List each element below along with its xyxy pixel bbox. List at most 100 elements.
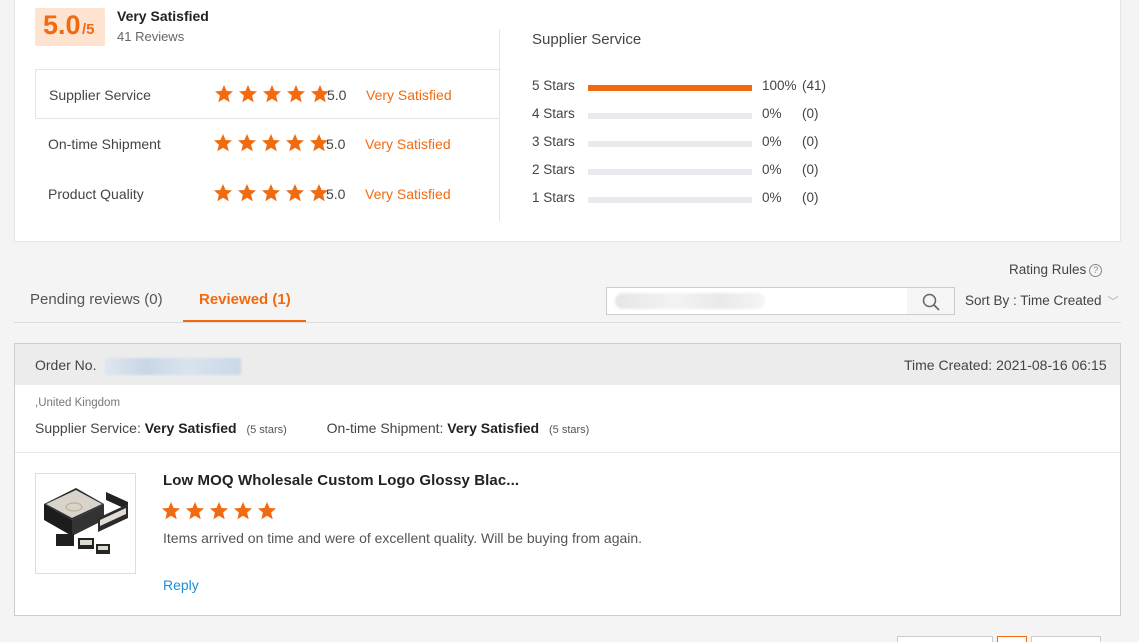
review-count: 41 Reviews: [117, 29, 185, 44]
star-icon: [285, 133, 309, 153]
overall-score: 5.0: [43, 10, 81, 40]
redacted-search-text: [615, 293, 765, 309]
distribution-count: (0): [802, 134, 819, 149]
score-badge: 5.0 /5: [35, 8, 105, 46]
star-icon: [213, 133, 237, 153]
shipment-value: Very Satisfied: [447, 420, 540, 436]
sort-label: Sort By : Time Created: [965, 293, 1102, 308]
star-icon: [285, 183, 309, 203]
divider: [15, 452, 1120, 453]
dimension-row-supplier-service: Supplier Service 5.0 Very Satisfied: [35, 69, 500, 119]
dimension-rating-text: Very Satisfied: [365, 186, 451, 202]
active-tab-indicator: [183, 320, 306, 322]
sort-dropdown[interactable]: Sort By : Time Created ﹀: [965, 293, 1119, 309]
rating-summary-panel: 5.0 /5 Very Satisfied 41 Reviews Supplie…: [14, 0, 1121, 242]
dimension-score: 5.0: [326, 186, 346, 202]
distribution-bar-track: [588, 113, 752, 119]
rating-rules-label: Rating Rules: [1009, 262, 1087, 277]
star-icon: [233, 501, 257, 521]
pager-prev-button[interactable]: [897, 636, 993, 642]
distribution-row: 5 Stars 100% (41): [532, 77, 852, 95]
dimension-ratings: Supplier Service 5.0 Very Satisfied On-t…: [35, 29, 500, 221]
distribution-bar-track: [588, 85, 752, 91]
redacted-order-number: [105, 358, 241, 375]
chevron-down-icon: ﹀: [1107, 296, 1119, 308]
pager-next-button[interactable]: [1031, 636, 1101, 642]
shipment-stars: (5 stars): [549, 424, 590, 436]
distribution-label: 4 Stars: [532, 106, 575, 121]
product-image[interactable]: [35, 473, 136, 574]
tab-pending-reviews[interactable]: Pending reviews (0): [30, 291, 163, 308]
distribution-count: (0): [802, 162, 819, 177]
star-icon: [185, 501, 209, 521]
dimension-row-product-quality: Product Quality 5.0 Very Satisfied: [35, 169, 500, 219]
distribution-bar-fill: [588, 85, 752, 91]
star-icon: [261, 133, 285, 153]
shipment-label: On-time Shipment:: [326, 420, 444, 436]
order-header: Order No. Time Created: 2021-08-16 06:15: [15, 344, 1120, 385]
star-icon: [257, 501, 281, 521]
tab-reviewed[interactable]: Reviewed (1): [199, 291, 291, 308]
dimension-row-on-time-shipment: On-time Shipment 5.0 Very Satisfied: [35, 119, 500, 169]
star-icon: [286, 84, 310, 104]
dimension-label: On-time Shipment: [48, 136, 161, 152]
star-icon: [237, 133, 261, 153]
star-rating: [214, 84, 334, 104]
star-icon: [209, 501, 233, 521]
search-input[interactable]: [606, 287, 909, 315]
dimension-rating-text: Very Satisfied: [365, 136, 451, 152]
supplier-service-stars: (5 stars): [246, 424, 287, 436]
order-review-card: Order No. Time Created: 2021-08-16 06:15…: [14, 343, 1121, 616]
star-icon: [161, 501, 185, 521]
review-star-rating: [161, 501, 281, 521]
star-icon: [262, 84, 286, 104]
jewelry-box-image: [36, 474, 135, 573]
star-icon: [237, 183, 261, 203]
review-text: Items arrived on time and were of excell…: [163, 530, 643, 546]
distribution-count: (0): [802, 106, 819, 121]
distribution-row: 1 Stars 0% (0): [532, 189, 852, 207]
star-icon: [238, 84, 262, 104]
star-icon: [214, 84, 238, 104]
reply-link[interactable]: Reply: [163, 577, 199, 593]
distribution-title: Supplier Service: [532, 31, 642, 48]
help-icon: ?: [1089, 264, 1103, 277]
order-ratings: Supplier Service: Very Satisfied (5 star…: [35, 420, 589, 436]
product-title[interactable]: Low MOQ Wholesale Custom Logo Glossy Bla…: [163, 472, 519, 489]
distribution-bar-track: [588, 141, 752, 147]
search-button[interactable]: [907, 287, 955, 315]
dimension-score: 5.0: [326, 136, 346, 152]
pager-page-button[interactable]: [997, 636, 1027, 642]
distribution-percent: 0%: [762, 190, 782, 205]
distribution-label: 3 Stars: [532, 134, 575, 149]
overall-title: Very Satisfied: [117, 8, 209, 24]
distribution-row: 2 Stars 0% (0): [532, 161, 852, 179]
distribution-percent: 0%: [762, 134, 782, 149]
star-icon: [261, 183, 285, 203]
supplier-service-label: Supplier Service:: [35, 420, 141, 436]
distribution-label: 2 Stars: [532, 162, 575, 177]
supplier-service-value: Very Satisfied: [144, 420, 237, 436]
distribution-count: (0): [802, 190, 819, 205]
distribution-row: 3 Stars 0% (0): [532, 133, 852, 151]
buyer-location: ,United Kingdom: [35, 397, 121, 409]
dimension-label: Supplier Service: [49, 87, 151, 103]
star-rating: [213, 133, 333, 153]
search-icon: [922, 293, 940, 311]
rating-rules-link[interactable]: Rating Rules?: [1009, 262, 1103, 277]
distribution-row: 4 Stars 0% (0): [532, 105, 852, 123]
distribution-percent: 100%: [762, 78, 797, 93]
distribution-count: (41): [802, 78, 827, 93]
dimension-label: Product Quality: [48, 186, 144, 202]
star-rating: [213, 183, 333, 203]
distribution-percent: 0%: [762, 162, 782, 177]
distribution-percent: 0%: [762, 106, 782, 121]
distribution-bar-track: [588, 169, 752, 175]
order-number-label: Order No.: [35, 357, 97, 373]
time-created: Time Created: 2021-08-16 06:15: [904, 357, 1107, 373]
star-icon: [213, 183, 237, 203]
distribution-label: 5 Stars: [532, 78, 575, 93]
dimension-rating-text: Very Satisfied: [366, 87, 452, 103]
distribution-label: 1 Stars: [532, 190, 575, 205]
distribution-bar-track: [588, 197, 752, 203]
